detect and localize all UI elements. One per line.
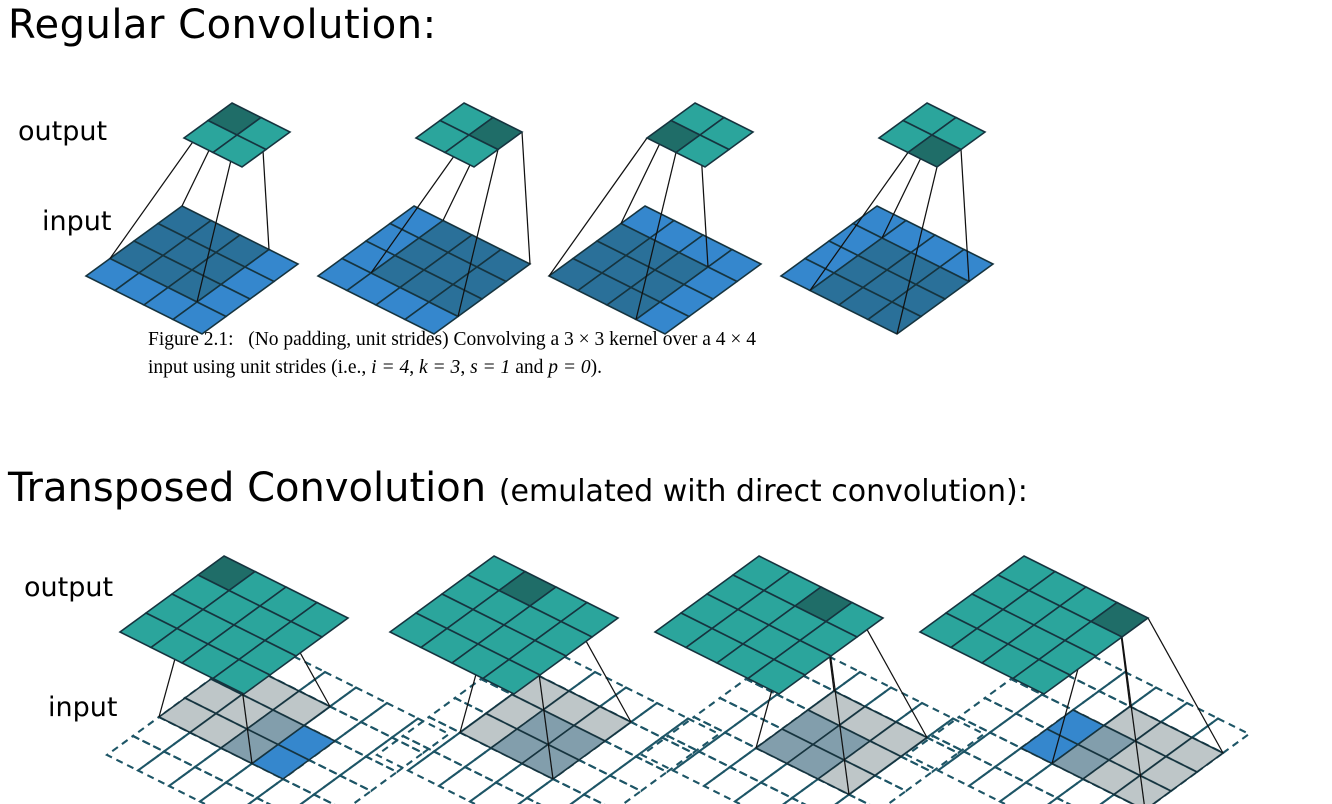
regular-conv-panel-3 (547, 102, 763, 335)
padding-cell-r4c1 (696, 731, 759, 769)
padding-cell-r2c5 (607, 755, 670, 793)
padding-cell-r5c1 (670, 750, 733, 788)
padding-cell-r5c4 (782, 796, 807, 804)
padding-cell-r5c3 (732, 781, 795, 804)
padding-cell-r5c2 (966, 765, 1029, 803)
padding-cell-r0c4 (628, 701, 691, 739)
padding-cell-r3c5 (581, 774, 644, 804)
padding-cell-r4c5 (299, 793, 336, 804)
padding-cell-r5c0 (639, 734, 702, 772)
padding-cell-r0c3 (327, 686, 390, 724)
padding-cell-r4c1 (961, 731, 1024, 769)
convolution-diagram (84, 102, 1252, 804)
regular-conv-panel-4 (779, 102, 995, 335)
padding-cell-r4c5 (569, 793, 606, 804)
padding-cell-r5c2 (701, 765, 764, 803)
padding-cell-r5c1 (135, 750, 198, 788)
padding-cell-r4c0 (665, 715, 728, 753)
padding-cell-r5c0 (104, 734, 167, 772)
padding-cell-r5c2 (166, 765, 229, 803)
padding-cell-r3c5 (311, 774, 374, 804)
padding-cell-r5c4 (1047, 796, 1072, 804)
padding-cell-r5c2 (436, 765, 499, 803)
padding-cell-r5c4 (517, 796, 542, 804)
connector-line-1 (521, 131, 531, 265)
transposed-conv-panel-4 (904, 555, 1252, 804)
padding-cell-r5c3 (997, 781, 1060, 804)
regular-conv-panel-1 (84, 102, 300, 335)
padding-cell-r4c0 (930, 715, 993, 753)
transposed-conv-panel-1 (104, 555, 452, 804)
padding-cell-r3c0 (691, 696, 754, 734)
regular-conv-panel-2 (316, 102, 532, 335)
padding-cell-r4c5 (834, 793, 871, 804)
padding-cell-r5c3 (197, 781, 260, 804)
padding-cell-r3c0 (956, 696, 1019, 734)
padding-cell-r5c1 (935, 750, 998, 788)
padding-cell-r5c4 (247, 796, 272, 804)
padding-cell-r5c3 (467, 781, 530, 804)
